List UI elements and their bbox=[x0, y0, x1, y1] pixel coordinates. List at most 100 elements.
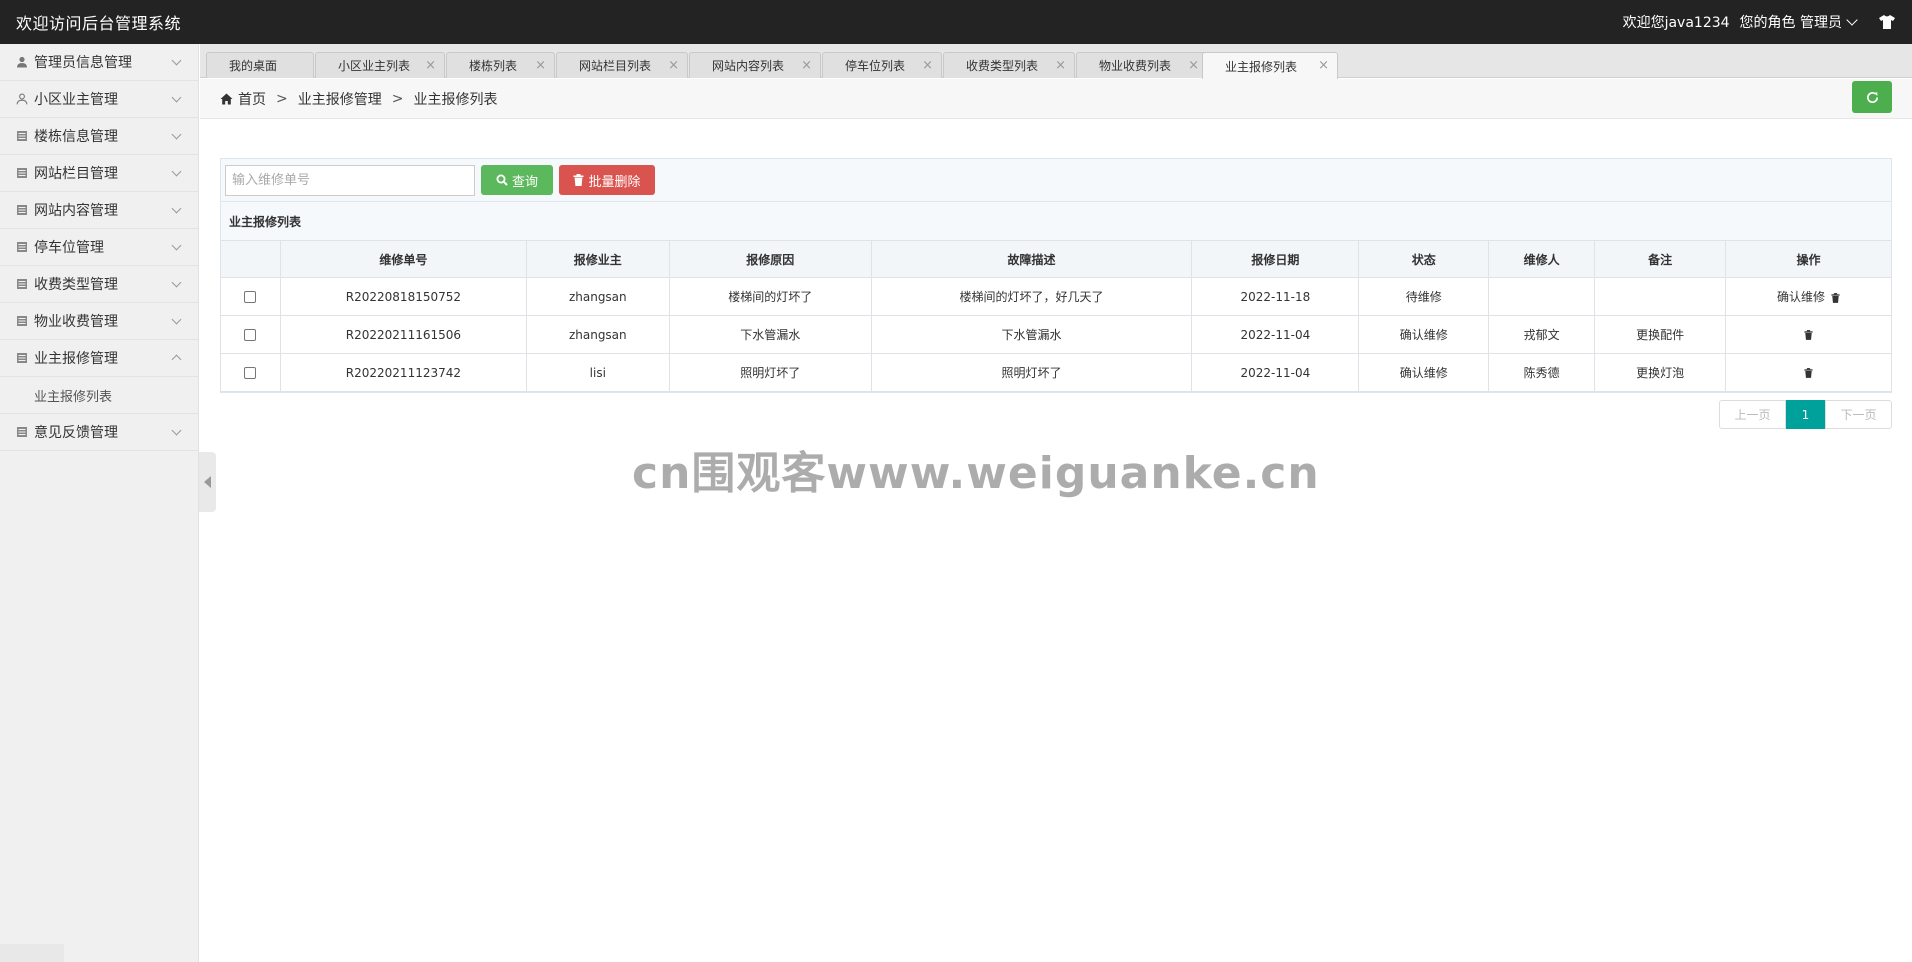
theme-shirt-icon[interactable] bbox=[1878, 14, 1896, 30]
chevron-down-icon bbox=[171, 92, 182, 103]
tab-label: 物业收费列表 bbox=[1099, 59, 1172, 73]
sidebar-item-fee-type[interactable]: 收费类型管理 bbox=[0, 266, 198, 303]
sidebar-item-property-fee[interactable]: 物业收费管理 bbox=[0, 303, 198, 340]
repair-list-panel: 查询 批量删除 业主报修列表 维修单号 报修业主 报修原因 故障描述 报修日期 … bbox=[220, 158, 1892, 393]
sidebar-footer bbox=[0, 944, 64, 962]
trash-icon bbox=[573, 174, 584, 186]
close-icon[interactable]: × bbox=[425, 58, 436, 73]
close-icon[interactable]: × bbox=[1188, 58, 1199, 73]
chevron-down-icon bbox=[171, 425, 182, 436]
close-icon[interactable]: × bbox=[801, 58, 812, 73]
sidebar-item-column[interactable]: 网站栏目管理 bbox=[0, 155, 198, 192]
user-outline-icon bbox=[16, 93, 28, 105]
sidebar-item-label: 网站内容管理 bbox=[34, 203, 118, 219]
breadcrumb-home[interactable]: 首页 bbox=[220, 89, 266, 109]
row-checkbox[interactable] bbox=[244, 367, 257, 379]
chevron-down-icon bbox=[171, 129, 182, 140]
tab-content-list[interactable]: 网站内容列表 × bbox=[689, 52, 821, 78]
delete-trash-icon[interactable] bbox=[1804, 330, 1813, 340]
top-header: 欢迎访问后台管理系统 欢迎您java1234 您的角色 管理员 bbox=[0, 0, 1912, 44]
list-icon bbox=[17, 168, 27, 178]
tab-column-list[interactable]: 网站栏目列表 × bbox=[556, 52, 688, 78]
sidebar-item-label: 管理员信息管理 bbox=[34, 55, 132, 71]
tab-building-list[interactable]: 楼栋列表 × bbox=[446, 52, 555, 78]
delete-trash-icon[interactable] bbox=[1804, 368, 1813, 378]
list-icon bbox=[17, 205, 27, 215]
table-row: R20220211123742 lisi 照明灯坏了 照明灯坏了 2022-11… bbox=[220, 353, 1892, 392]
chevron-down-icon bbox=[171, 166, 182, 177]
breadcrumb-home-label: 首页 bbox=[238, 91, 266, 108]
close-icon[interactable]: × bbox=[1318, 58, 1329, 73]
cell-repair-no: R20220818150752 bbox=[279, 277, 527, 316]
prev-page-button[interactable]: 上一页 bbox=[1719, 400, 1786, 429]
cell-actions bbox=[1725, 353, 1892, 392]
tab-property-fee-list[interactable]: 物业收费列表 × bbox=[1076, 52, 1208, 78]
list-icon bbox=[17, 427, 27, 437]
tab-fee-type-list[interactable]: 收费类型列表 × bbox=[943, 52, 1075, 78]
welcome-text: 欢迎您java1234 bbox=[1622, 15, 1730, 31]
batch-delete-button[interactable]: 批量删除 bbox=[559, 165, 655, 195]
tab-owner-list[interactable]: 小区业主列表 × bbox=[315, 52, 445, 78]
search-toolbar: 查询 批量删除 bbox=[221, 159, 1891, 201]
cell-owner: zhangsan bbox=[525, 277, 670, 316]
close-icon[interactable]: × bbox=[668, 58, 679, 73]
cell-owner: lisi bbox=[525, 353, 670, 392]
row-checkbox[interactable] bbox=[244, 291, 257, 303]
column-header: 报修日期 bbox=[1191, 240, 1360, 278]
sidebar-item-feedback[interactable]: 意见反馈管理 bbox=[0, 414, 198, 451]
sidebar-item-label: 小区业主管理 bbox=[34, 92, 118, 108]
next-page-button[interactable]: 下一页 bbox=[1825, 400, 1892, 429]
caret-left-icon bbox=[204, 476, 211, 488]
breadcrumb-current: 业主报修列表 bbox=[413, 91, 498, 108]
cell-repair-no: R20220211161506 bbox=[279, 315, 527, 354]
cell-remark: 更换配件 bbox=[1594, 315, 1727, 354]
repair-table: 维修单号 报修业主 报修原因 故障描述 报修日期 状态 维修人 备注 操作 R2… bbox=[220, 240, 1892, 392]
search-icon bbox=[496, 174, 508, 186]
sidebar-item-label: 楼栋信息管理 bbox=[34, 129, 118, 145]
close-icon[interactable]: × bbox=[922, 58, 933, 73]
sidebar-collapse-handle[interactable] bbox=[199, 452, 216, 512]
role-dropdown[interactable]: 您的角色 管理员 bbox=[1740, 12, 1858, 32]
cell-description: 楼梯间的灯坏了，好几天了 bbox=[870, 277, 1193, 316]
close-icon[interactable]: × bbox=[535, 58, 546, 73]
cell-repair-no: R20220211123742 bbox=[279, 353, 527, 392]
home-icon bbox=[220, 93, 233, 104]
sidebar-subitem-repair-list[interactable]: 业主报修列表 bbox=[0, 377, 198, 414]
list-icon bbox=[17, 353, 27, 363]
refresh-button[interactable] bbox=[1852, 81, 1892, 113]
close-icon[interactable]: × bbox=[1055, 58, 1066, 73]
breadcrumb-separator: > bbox=[391, 90, 404, 107]
column-header: 故障描述 bbox=[870, 240, 1193, 278]
app-title: 欢迎访问后台管理系统 bbox=[16, 14, 182, 33]
list-icon bbox=[17, 131, 27, 141]
sidebar-item-admin[interactable]: 管理员信息管理 bbox=[0, 44, 198, 81]
chevron-down-icon bbox=[1846, 14, 1858, 26]
select-column-header bbox=[220, 240, 281, 278]
chevron-up-icon bbox=[171, 354, 182, 365]
sidebar-item-building[interactable]: 楼栋信息管理 bbox=[0, 118, 198, 155]
sidebar-item-parking[interactable]: 停车位管理 bbox=[0, 229, 198, 266]
pagination: 上一页 1 下一页 bbox=[1719, 400, 1892, 429]
tab-repair-list[interactable]: 业主报修列表 × bbox=[1202, 52, 1338, 79]
search-input[interactable] bbox=[225, 164, 475, 196]
confirm-repair-link[interactable]: 确认维修 bbox=[1777, 290, 1825, 304]
sidebar-item-content[interactable]: 网站内容管理 bbox=[0, 192, 198, 229]
tab-parking-list[interactable]: 停车位列表 × bbox=[822, 52, 942, 78]
cell-reason: 照明灯坏了 bbox=[668, 353, 872, 392]
sidebar-item-owner[interactable]: 小区业主管理 bbox=[0, 81, 198, 118]
query-button[interactable]: 查询 bbox=[481, 165, 553, 195]
cell-remark: 更换灯泡 bbox=[1594, 353, 1727, 392]
column-header: 状态 bbox=[1358, 240, 1490, 278]
delete-trash-icon[interactable] bbox=[1831, 292, 1840, 303]
cell-actions bbox=[1725, 315, 1892, 354]
tab-label: 停车位列表 bbox=[845, 59, 906, 73]
page-button-current[interactable]: 1 bbox=[1786, 400, 1825, 429]
row-checkbox[interactable] bbox=[244, 329, 257, 341]
cell-status: 确认维修 bbox=[1358, 353, 1490, 392]
sidebar-item-label: 网站栏目管理 bbox=[34, 166, 118, 182]
sidebar-item-repair[interactable]: 业主报修管理 bbox=[0, 340, 198, 377]
cell-repairer: 戎郁文 bbox=[1488, 315, 1596, 354]
sidebar-item-label: 物业收费管理 bbox=[34, 314, 118, 330]
tab-desktop[interactable]: 我的桌面 bbox=[206, 52, 314, 78]
breadcrumb-level1[interactable]: 业主报修管理 bbox=[298, 89, 382, 109]
